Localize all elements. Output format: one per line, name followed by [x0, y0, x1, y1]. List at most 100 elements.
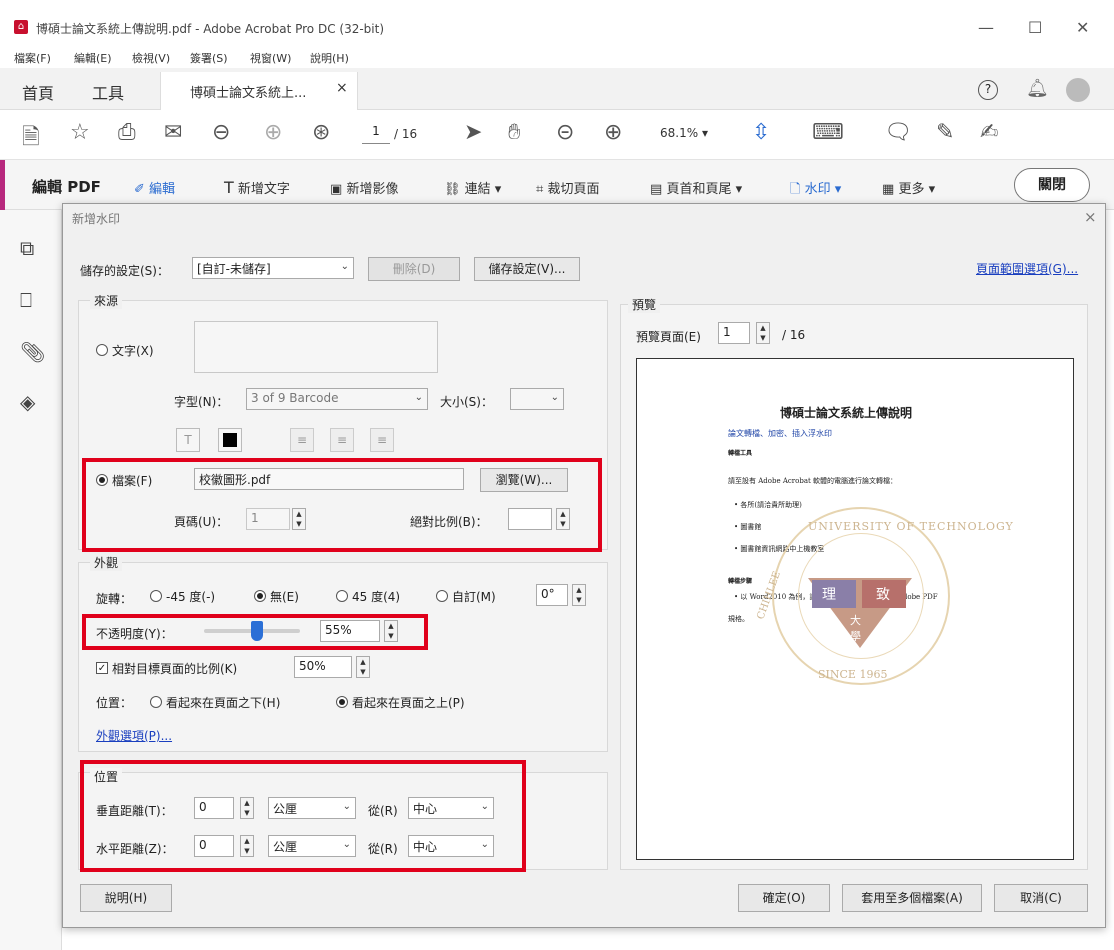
zoom-out-icon[interactable]: ⊝ — [556, 120, 574, 145]
absolute-scale-stepper[interactable]: ▲ ▼ — [556, 508, 570, 530]
opacity-field[interactable]: 55% — [320, 620, 380, 642]
appearance-options-link[interactable]: 外觀選項(P)... — [96, 727, 172, 744]
relative-scale-checkbox[interactable]: ✓ — [96, 662, 108, 674]
save-settings-button[interactable]: 儲存設定(V)... — [474, 257, 580, 281]
minimize-button[interactable]: — — [978, 18, 994, 37]
bookmark-star-icon[interactable]: ☆ — [70, 120, 90, 145]
comment-icon[interactable]: 🗨︎ — [884, 120, 912, 145]
watermark-text-area[interactable] — [194, 321, 438, 373]
select-arrow-icon[interactable]: ➤ — [464, 120, 482, 145]
close-window-button[interactable]: ✕ — [1076, 18, 1089, 37]
avatar[interactable] — [1066, 78, 1090, 102]
preview-page-field[interactable]: 1 — [718, 322, 750, 344]
menu-help[interactable]: 說明(H) — [310, 50, 349, 66]
tab-home[interactable]: 首頁 — [22, 80, 54, 104]
more-tool[interactable]: ▦ 更多 ▾ — [882, 178, 935, 197]
maximize-button[interactable]: ☐ — [1028, 18, 1042, 37]
horizontal-unit-select[interactable]: 公厘 ⌄ — [268, 835, 356, 857]
apply-to-multiple-button[interactable]: 套用至多個檔案(A) — [842, 884, 982, 912]
close-edit-button[interactable]: 關閉 — [1014, 168, 1090, 202]
print-icon[interactable]: ⎙ — [118, 120, 136, 145]
menu-window[interactable]: 視窗(W) — [250, 50, 291, 66]
page-up-icon[interactable]: ⊕ — [264, 120, 282, 145]
delete-settings-button[interactable]: 刪除(D) — [368, 257, 460, 281]
align-center-icon[interactable]: ≡ — [330, 428, 354, 452]
dialog-close-icon[interactable]: × — [1084, 208, 1097, 226]
rotation-label: 旋轉： — [96, 592, 133, 606]
rotation-custom-radio[interactable] — [436, 590, 448, 602]
text-format-icon[interactable]: T — [176, 428, 200, 452]
preview-doc-tools: 轉檔工具 — [728, 450, 753, 457]
opacity-stepper[interactable]: ▲ ▼ — [384, 620, 398, 642]
edit-tool[interactable]: ✐ 編輯 — [134, 178, 175, 197]
add-text-tool[interactable]: T 新增文字 — [224, 178, 290, 197]
align-left-icon[interactable]: ≡ — [290, 428, 314, 452]
email-icon[interactable]: ✉ — [164, 120, 182, 145]
page-range-options-link[interactable]: 頁面範圍選項(G)... — [976, 260, 1078, 277]
zoom-in-icon[interactable]: ⊕ — [604, 120, 622, 145]
vertical-distance-stepper[interactable]: ▲ ▼ — [240, 797, 254, 819]
page-fit-icon[interactable]: ⇳ — [752, 120, 770, 145]
ok-button[interactable]: 確定(O) — [738, 884, 830, 912]
help-icon[interactable]: ? — [978, 80, 998, 100]
zoom-search-icon[interactable]: ⊖ — [212, 120, 230, 145]
horizontal-distance-stepper[interactable]: ▲ ▼ — [240, 835, 254, 857]
menu-view[interactable]: 檢視(V) — [132, 50, 170, 66]
browse-button[interactable]: 瀏覽(W)... — [480, 468, 568, 492]
zoom-level[interactable]: 68.1% ▾ — [660, 126, 708, 140]
file-radio[interactable] — [96, 474, 108, 486]
rotation-none-radio[interactable] — [254, 590, 266, 602]
cancel-button[interactable]: 取消(C) — [994, 884, 1088, 912]
crop-tool[interactable]: ⌗ 裁切頁面 — [536, 178, 599, 197]
absolute-scale-field[interactable] — [508, 508, 552, 530]
preview-page-stepper[interactable]: ▲ ▼ — [756, 322, 770, 344]
layers-icon[interactable]: ◈ — [20, 390, 35, 414]
saved-settings-select[interactable]: [自訂-未儲存] ⌄ — [192, 257, 354, 279]
menu-file[interactable]: 檔案(F) — [14, 50, 51, 66]
save-icon[interactable]: 🗎︎ — [22, 120, 40, 158]
header-footer-tool[interactable]: ▤ 頁首和頁尾 ▾ — [650, 178, 742, 197]
help-button[interactable]: 說明(H) — [80, 884, 172, 912]
link-tool[interactable]: ⛓ 連結 ▾ — [444, 178, 501, 197]
pen-icon[interactable]: ✎ — [936, 120, 954, 145]
text-color-swatch[interactable] — [218, 428, 242, 452]
attachment-icon[interactable]: 📎︎ — [20, 340, 45, 364]
rotation-45-radio[interactable] — [336, 590, 348, 602]
tab-close-icon[interactable]: × — [336, 80, 348, 96]
horizontal-from-select[interactable]: 中心 ⌄ — [408, 835, 494, 857]
page-number-input[interactable]: 1 — [362, 124, 390, 144]
rotation-neg45-radio[interactable] — [150, 590, 162, 602]
watermark-tool[interactable]: 🗋︎ 水印 ▾ — [790, 178, 841, 202]
page-down-icon[interactable]: ⊛ — [312, 120, 330, 145]
add-image-tool[interactable]: ▣ 新增影像 — [330, 178, 398, 197]
preview-legend: 預覽 — [628, 296, 661, 313]
relative-scale-stepper[interactable]: ▲ ▼ — [356, 656, 370, 678]
bookmark-icon[interactable]: ⎕ — [20, 288, 32, 312]
size-select[interactable]: ⌄ — [510, 388, 564, 410]
align-right-icon[interactable]: ≡ — [370, 428, 394, 452]
sign-icon[interactable]: ✍ — [980, 120, 998, 145]
preview-doc-title: 博碩士論文系統上傳說明 — [780, 406, 913, 420]
tab-tools[interactable]: 工具 — [92, 80, 124, 104]
hand-icon[interactable]: ✋︎ — [508, 120, 521, 145]
page-number-stepper[interactable]: ▲ ▼ — [292, 508, 306, 530]
text-radio[interactable] — [96, 344, 108, 356]
opacity-slider-thumb[interactable] — [250, 621, 263, 641]
page-number-field[interactable]: 1 — [246, 508, 290, 530]
rotation-custom-stepper[interactable]: ▲ ▼ — [572, 584, 586, 606]
menu-edit[interactable]: 編輯(E) — [74, 50, 112, 66]
horizontal-distance-field[interactable]: 0 — [194, 835, 234, 857]
relative-scale-field[interactable]: 50% — [294, 656, 352, 678]
pages-icon[interactable]: ⧉ — [20, 236, 34, 260]
font-select[interactable]: 3 of 9 Barcode ⌄ — [246, 388, 428, 410]
vertical-distance-field[interactable]: 0 — [194, 797, 234, 819]
file-path-input[interactable]: 校徽圖形.pdf — [194, 468, 464, 490]
vertical-unit-select[interactable]: 公厘 ⌄ — [268, 797, 356, 819]
scroll-mode-icon[interactable]: ⌨ — [812, 120, 844, 145]
bell-icon[interactable]: 🔔︎ — [1026, 78, 1049, 99]
menu-sign[interactable]: 簽署(S) — [190, 50, 228, 66]
rotation-custom-field[interactable]: 0° — [536, 584, 568, 606]
vertical-from-select[interactable]: 中心 ⌄ — [408, 797, 494, 819]
behind-page-radio[interactable] — [150, 696, 162, 708]
front-page-radio[interactable] — [336, 696, 348, 708]
